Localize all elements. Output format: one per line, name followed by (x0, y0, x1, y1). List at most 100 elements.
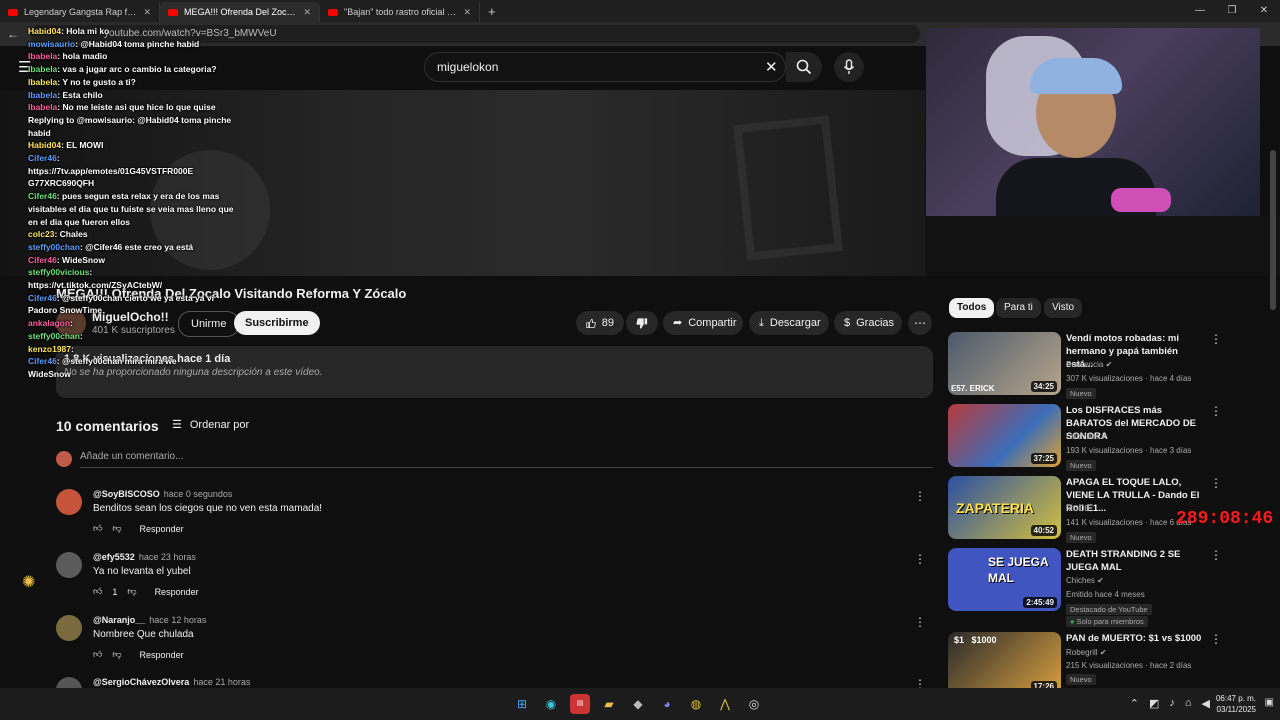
tab-title: "Bajan" todo rastro oficial de la M (344, 7, 457, 17)
reply-button[interactable]: Responder (140, 524, 184, 534)
share-button[interactable]: ➦ Compartir (663, 311, 743, 335)
comment-author[interactable]: @SergioChávezOlvera hace 21 horas (93, 677, 250, 687)
browser-tab[interactable]: Legendary Gangsta Rap from 90s ✕ (0, 2, 160, 22)
chat-username: colc23 (28, 229, 55, 240)
subscribe-button[interactable]: Suscribirme (234, 311, 320, 335)
comment-options-icon[interactable]: ⋮ (914, 489, 926, 503)
recommended-video[interactable]: E57. ERICK 34:25 Vendí motos robadas: mi… (948, 332, 1268, 399)
video-thumbnail[interactable]: $1 $1000 17:26 (948, 632, 1061, 695)
file-explorer-icon[interactable]: ▰ (599, 694, 619, 714)
page-scrollbar[interactable] (1270, 150, 1276, 310)
chip-all[interactable]: Todos (949, 298, 995, 318)
clear-search-icon[interactable]: ✕ (765, 58, 778, 76)
video-options-icon[interactable]: ⋮ (1210, 476, 1222, 490)
new-tab-button[interactable]: + (480, 4, 504, 19)
thumbs-down-icon[interactable]: 👎︎ (112, 523, 121, 534)
comment-avatar[interactable] (56, 615, 82, 641)
comment-author[interactable]: @SoyBISCOSO hace 0 segundos (93, 489, 232, 499)
like-button[interactable]: 89 (576, 311, 624, 335)
volume-icon[interactable]: ◀ (1202, 697, 1210, 710)
cap-shape (1030, 58, 1122, 94)
maximize-icon[interactable]: ❐ (1216, 0, 1248, 22)
discord-icon[interactable]: ◕ (657, 694, 677, 714)
app-icon[interactable]: ⋀ (715, 694, 735, 714)
tab-title: Legendary Gangsta Rap from 90s (24, 7, 137, 17)
thumbnail-text: E57. ERICK (951, 384, 995, 393)
video-thumbnail[interactable]: 37:25 (948, 404, 1061, 467)
chevron-up-icon[interactable]: ⌃ (1130, 697, 1139, 710)
comment-avatar[interactable] (56, 552, 82, 578)
thumbs-down-icon[interactable]: 👎︎ (127, 586, 136, 597)
video-options-icon[interactable]: ⋮ (1210, 632, 1222, 646)
close-icon[interactable]: ✕ (143, 7, 151, 18)
comment-author[interactable]: @efy5532 hace 23 horas (93, 552, 196, 562)
windows-start-icon[interactable]: ⊞ (512, 694, 532, 714)
video-options-icon[interactable]: ⋮ (1210, 332, 1222, 346)
video-stats: 215 K visualizaciones · hace 2 días (1066, 661, 1192, 670)
clock-date: 03/11/2025 (1216, 705, 1256, 714)
video-options-icon[interactable]: ⋮ (1210, 548, 1222, 562)
browser-tab-active[interactable]: MEGA!!! Ofrenda Del Zocalo Visit ✕ (160, 2, 320, 22)
network-icon[interactable]: ⌂ (1185, 697, 1192, 710)
chat-username: steffy00chan (28, 241, 80, 252)
comment-avatar[interactable] (56, 489, 82, 515)
close-icon[interactable]: ✕ (463, 7, 471, 18)
video-thumbnail[interactable]: ZAPATERIA 40:52 (948, 476, 1061, 539)
reply-button[interactable]: Responder (155, 587, 199, 597)
comment-author-name: @efy5532 (93, 552, 135, 562)
minimize-icon[interactable]: — (1184, 0, 1216, 22)
video-duration: 40:52 (1030, 525, 1057, 536)
back-arrow-icon[interactable]: ← (0, 27, 26, 41)
comment-actions: 👍︎ 👎︎ Responder (93, 649, 184, 660)
comment-options-icon[interactable]: ⋮ (914, 615, 926, 629)
chat-text: https://vt.tiktok.com/ZSyACtebW/ (28, 280, 163, 291)
thanks-button[interactable]: $ Gracias (834, 311, 902, 335)
chrome-icon[interactable]: ◍ (686, 694, 706, 714)
comment-author[interactable]: @Naranjo__ hace 12 horas (93, 615, 206, 625)
thumbs-up-icon[interactable]: 👍︎ (93, 523, 102, 534)
video-options-icon[interactable]: ⋮ (1210, 404, 1222, 418)
chat-separator: : (70, 318, 73, 329)
verified-icon: ✔ (1105, 360, 1113, 369)
comment-options-icon[interactable]: ⋮ (914, 552, 926, 566)
reply-button[interactable]: Responder (140, 650, 184, 660)
recommended-video[interactable]: SE JUEGA MAL 2:45:49 DEATH STRANDING 2 S… (948, 548, 1268, 628)
thumbs-down-icon[interactable]: 👎︎ (112, 649, 121, 660)
recommended-video[interactable]: 37:25 Los DISFRACES más BARATOS del MERC… (948, 404, 1268, 471)
thumbs-up-icon[interactable]: 👍︎ (93, 586, 102, 597)
chat-message: steffy00chan: (28, 330, 238, 343)
chat-text: hola madio (62, 51, 108, 62)
close-icon[interactable]: ✕ (303, 7, 311, 18)
comment-options-icon[interactable]: ⋮ (914, 677, 926, 688)
download-button[interactable]: ⤓ Descargar (749, 311, 829, 335)
video-thumbnail[interactable]: E57. ERICK 34:25 (948, 332, 1061, 395)
voice-search-button[interactable] (834, 52, 864, 82)
video-thumbnail[interactable]: SE JUEGA MAL 2:45:49 (948, 548, 1061, 611)
app-icon[interactable]: ▤ (570, 694, 590, 714)
chat-message: Cifer46: @steffy00chan mira mira we (28, 355, 238, 368)
chat-message: Habid04: EL MOWI (28, 139, 238, 152)
app-icon[interactable]: ◆ (628, 694, 648, 714)
microphone-icon[interactable]: ♪ (1169, 697, 1175, 710)
close-window-icon[interactable]: ✕ (1248, 0, 1280, 22)
featured-badge: Destacado de YouTube (1066, 604, 1152, 615)
chip-for-you[interactable]: Para ti (996, 298, 1041, 318)
search-input[interactable] (435, 59, 739, 75)
chip-watched[interactable]: Visto (1044, 298, 1083, 318)
chat-text: Chales (59, 229, 88, 240)
taskbar-clock[interactable]: 06:47 p. m. 03/11/2025 (1216, 693, 1256, 715)
tray-app-icon[interactable]: ◩ (1149, 697, 1159, 710)
browser-tab[interactable]: "Bajan" todo rastro oficial de la M ✕ (320, 2, 480, 22)
chat-username: Cifer46 (28, 153, 57, 164)
comment-avatar[interactable] (56, 677, 82, 688)
obs-icon[interactable]: ◎ (744, 694, 764, 714)
thumbs-up-icon[interactable]: 👍︎ (93, 649, 102, 660)
sort-comments-button[interactable]: ☰ Ordenar por (172, 418, 249, 432)
more-actions-icon[interactable]: ⋯ (908, 311, 932, 335)
add-comment-input[interactable]: Añade un comentario... (80, 451, 933, 468)
edge-icon[interactable]: ◉ (541, 694, 561, 714)
search-button[interactable] (786, 52, 822, 82)
dislike-button[interactable] (626, 311, 658, 335)
comment-count: 10 comentarios (56, 418, 159, 434)
notification-icon[interactable]: ▣ (1265, 697, 1274, 708)
